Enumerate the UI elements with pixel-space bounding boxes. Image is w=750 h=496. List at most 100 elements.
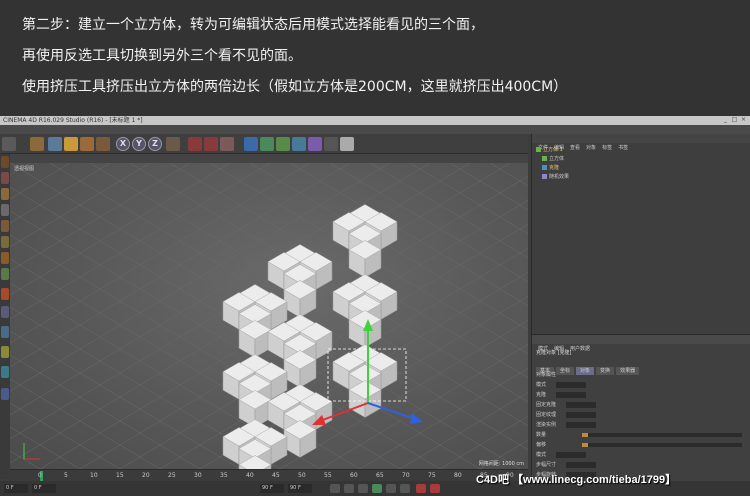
previous-frame-icon[interactable]: [358, 484, 368, 493]
grid-line: [449, 163, 528, 211]
timeline-tick-label: 60: [350, 472, 358, 479]
coordinate-system-icon[interactable]: [166, 137, 180, 151]
previous-key-icon[interactable]: [344, 484, 354, 493]
attribute-subtab[interactable]: 变换: [596, 367, 615, 375]
undo-icon[interactable]: [2, 137, 16, 151]
maximize-icon[interactable]: □: [731, 117, 738, 123]
model-mode-icon[interactable]: [1, 172, 9, 184]
attribute-field[interactable]: [566, 401, 597, 408]
attribute-row[interactable]: 模式: [536, 451, 587, 459]
y-axis-toggle[interactable]: Y: [132, 137, 146, 151]
attribute-subtabs: 基本 坐标 对象 变换 效果器: [536, 357, 641, 375]
max-frame-field[interactable]: 90 F: [288, 484, 312, 493]
paint-icon[interactable]: [1, 388, 9, 400]
minimize-icon[interactable]: _: [722, 117, 729, 123]
attribute-row[interactable]: 渲染实例: [536, 421, 597, 429]
close-icon[interactable]: ×: [740, 117, 747, 123]
render-settings-icon[interactable]: [220, 137, 234, 151]
scene-canvas[interactable]: [10, 163, 528, 469]
make-editable-icon[interactable]: [1, 156, 9, 168]
x-axis-toggle[interactable]: X: [116, 137, 130, 151]
object-row[interactable]: 克隆: [542, 164, 559, 172]
mode-toolbar: [0, 154, 10, 479]
attribute-field[interactable]: [556, 381, 587, 388]
workplane-mode-icon[interactable]: [1, 204, 9, 216]
watermark-text: C4D吧 【www.linecg.com/tieba/1799】: [476, 474, 677, 486]
attribute-subtab[interactable]: 效果器: [616, 367, 640, 375]
go-to-start-icon[interactable]: [330, 484, 340, 493]
select-tool-icon[interactable]: [30, 137, 44, 151]
attribute-row[interactable]: 固定纹理: [536, 411, 597, 419]
next-frame-icon[interactable]: [386, 484, 396, 493]
z-axis-toggle[interactable]: Z: [148, 137, 162, 151]
attributes-tab[interactable]: 用户数据: [570, 345, 590, 354]
scale-tool-icon[interactable]: [64, 137, 78, 151]
attribute-field[interactable]: [566, 461, 597, 468]
nurbs-icon[interactable]: [260, 137, 274, 151]
deformer-icon[interactable]: [292, 137, 306, 151]
move-tool-icon[interactable]: [48, 137, 62, 151]
rotate-tool-icon[interactable]: [80, 137, 94, 151]
scene-icon[interactable]: [308, 137, 322, 151]
attribute-row[interactable]: 克隆: [536, 391, 587, 399]
instruction-line-1: 第二步：建立一个立方体，转为可编辑状态后用模式选择能看见的三个面，: [22, 17, 484, 33]
go-to-end-icon[interactable]: [400, 484, 410, 493]
grid-line: [479, 439, 528, 469]
attribute-row[interactable]: 步幅尺寸: [536, 461, 597, 469]
render-view-icon[interactable]: [188, 137, 202, 151]
object-manager-tab[interactable]: 书签: [618, 144, 628, 153]
attribute-label: 模式: [536, 382, 547, 388]
object-row[interactable]: 立方体: [542, 155, 564, 163]
timeline-tick-label: 45: [272, 472, 280, 479]
object-manager-tab[interactable]: 标签: [602, 144, 612, 153]
attribute-field[interactable]: [566, 421, 597, 428]
edges-mode-icon[interactable]: [1, 236, 9, 248]
perspective-viewport[interactable]: 透视视图 网格间距: 1000 cm: [10, 163, 528, 469]
grid-line: [10, 163, 351, 368]
render-picture-viewer-icon[interactable]: [204, 137, 218, 151]
attribute-row[interactable]: 固定克隆: [536, 401, 597, 409]
array-icon[interactable]: [276, 137, 290, 151]
attribute-slider[interactable]: [582, 443, 742, 447]
attribute-slider[interactable]: [582, 433, 742, 437]
workplane-lock-icon[interactable]: [1, 326, 9, 338]
axis-mode-icon[interactable]: [1, 268, 9, 280]
light-icon[interactable]: [340, 137, 354, 151]
attribute-row[interactable]: 偏移: [536, 441, 742, 449]
record-icon[interactable]: [416, 484, 426, 493]
attribute-row[interactable]: 数量: [536, 431, 742, 439]
solo-icon[interactable]: [1, 346, 9, 358]
object-manager-tab[interactable]: 查看: [570, 144, 580, 153]
timeline-ruler[interactable]: 0 5 10 15 20 25 30 35 40 45 50 55 60 65 70 75 80 85 90: [10, 469, 528, 481]
end-frame-field[interactable]: 90 F: [260, 484, 284, 493]
polygons-mode-icon[interactable]: [1, 252, 9, 264]
section-header: 对象属性: [536, 372, 557, 378]
attribute-subtab[interactable]: 对象: [576, 367, 595, 375]
attribute-field[interactable]: [556, 391, 587, 398]
right-panel: 文件 编辑 查看 对象 标签 书签 立方体.1 立方体 克隆 随机效果 模式 编辑 用户数据 …: [531, 134, 750, 481]
timeline-tick-label: 15: [116, 472, 124, 479]
tweak-mode-icon[interactable]: [1, 288, 9, 300]
object-manager-tab[interactable]: 对象: [586, 144, 596, 153]
camera-icon[interactable]: [324, 137, 338, 151]
points-mode-icon[interactable]: [1, 220, 9, 232]
title-bar: CINEMA 4D R16.029 Studio (R16) - [未标题 1 …: [0, 116, 750, 125]
texture-mode-icon[interactable]: [1, 188, 9, 200]
current-frame-field[interactable]: 0 F: [32, 484, 56, 493]
attribute-field[interactable]: [556, 451, 587, 458]
start-frame-field[interactable]: 0 F: [4, 484, 28, 493]
play-icon[interactable]: [372, 484, 382, 493]
live-selection-icon[interactable]: [96, 137, 110, 151]
main-toolbar: X Y Z: [0, 134, 528, 154]
cube-object-icon[interactable]: [244, 137, 258, 151]
attribute-field[interactable]: [566, 411, 597, 418]
viewport-menu: 查看摄像机显示选项过滤面板: [10, 154, 528, 171]
sculpt-icon[interactable]: [1, 366, 9, 378]
grid-line: [10, 163, 31, 176]
attribute-row[interactable]: 模式: [536, 381, 587, 389]
snap-icon[interactable]: [1, 306, 9, 318]
object-row[interactable]: 立方体.1: [536, 146, 563, 154]
autokey-icon[interactable]: [430, 484, 440, 493]
attribute-subtab[interactable]: 坐标: [556, 367, 575, 375]
object-row[interactable]: 随机效果: [542, 173, 569, 181]
